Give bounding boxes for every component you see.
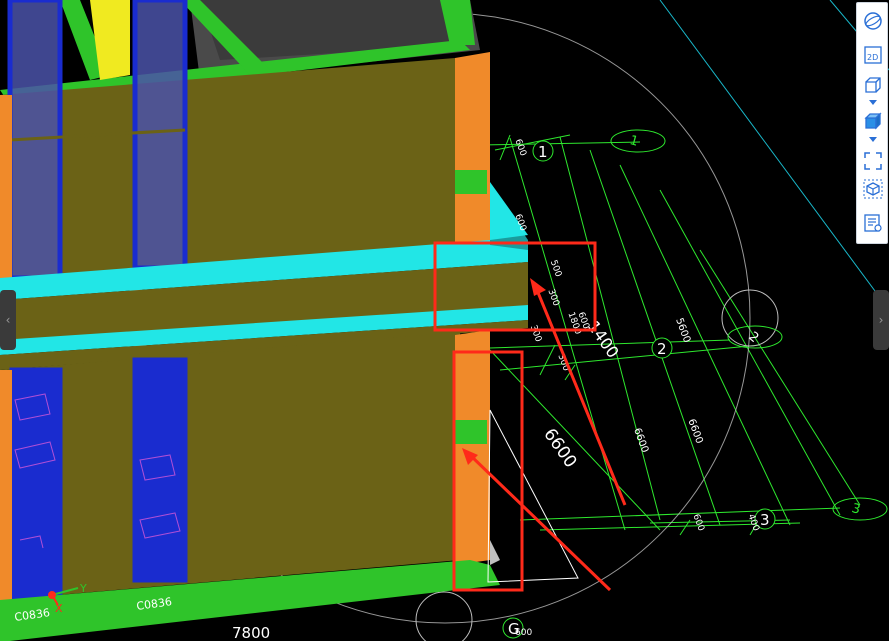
dim-5600: 5600 (673, 317, 692, 345)
dim-600d: 600 (690, 513, 705, 533)
right-panel-toggle[interactable]: › (873, 290, 889, 350)
properties-list-icon[interactable] (861, 211, 885, 235)
axis-label-2: 2 (657, 340, 667, 358)
dim-6600c: 6600 (685, 418, 704, 446)
3d-model-viewport[interactable]: 1 2 3 G 1 2 3 G 1400 6600 7800 5600 6600… (0, 0, 889, 641)
dim-600e: 600 (515, 628, 532, 638)
axis-labels: 1 2 3 G (502, 140, 776, 639)
2d-view-icon[interactable]: 2D (861, 43, 885, 67)
dim-300a: 300 (545, 288, 560, 308)
axis-bubble-3: 3 (850, 501, 862, 518)
axis-label-3: 3 (760, 511, 770, 529)
cube-select-icon[interactable] (861, 177, 885, 201)
axis-bubbles: 1 2 3 G (508, 129, 888, 639)
view-toolbar: 2D (856, 2, 888, 244)
dim-6600: 6600 (539, 425, 580, 472)
building-model[interactable] (0, 0, 579, 641)
dim-6600b: 6600 (631, 427, 650, 455)
frame-select-icon[interactable] (861, 149, 885, 173)
axis-x-label: X (55, 602, 63, 615)
solid-box-icon[interactable] (861, 109, 885, 133)
3d-box-icon[interactable] (861, 73, 885, 97)
axis-label-1: 1 (538, 143, 548, 161)
dim-300c: 300 (528, 324, 543, 344)
axis-lines (659, 0, 889, 311)
left-panel-toggle[interactable]: ‹ (0, 290, 16, 350)
chevron-down-icon[interactable] (869, 100, 877, 106)
building-model-scene[interactable]: 1 2 3 G 1 2 3 G 1400 6600 7800 5600 6600… (0, 0, 889, 641)
axis-y-label: Y (79, 582, 87, 595)
axis-bubble-1: 1 (628, 133, 640, 150)
sphere-view-icon[interactable] (861, 9, 885, 33)
dim-7800: 7800 (232, 624, 270, 641)
orbit-handle-bottom[interactable] (415, 591, 473, 641)
chevron-down-icon[interactable] (869, 137, 877, 143)
2d-label: 2D (867, 53, 878, 62)
